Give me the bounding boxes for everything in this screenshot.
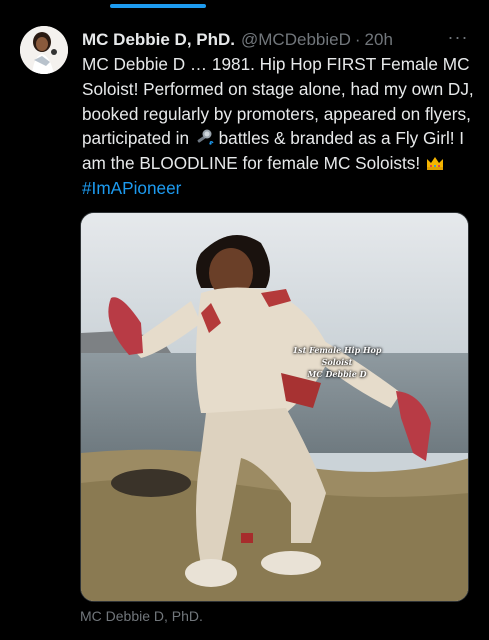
avatar[interactable]	[20, 26, 68, 74]
active-tab-indicator	[110, 4, 206, 8]
microphone-icon	[194, 129, 214, 147]
avatar-image	[20, 26, 68, 74]
author-name[interactable]: MC Debbie D, PhD.	[82, 30, 235, 50]
overlay-line-1: 1st Female Hip Hop	[292, 345, 382, 355]
separator-dot: ·	[354, 30, 361, 49]
hashtag-link[interactable]: #ImAPioneer	[82, 178, 181, 198]
overlay-line-3: MC Debbie D	[307, 369, 367, 379]
tweet-photo[interactable]	[80, 212, 469, 602]
crown-icon	[425, 154, 445, 172]
overlay-line-2: Soloist	[321, 357, 353, 367]
author-handle[interactable]: @MCDebbieD	[241, 30, 351, 50]
tweet-text: MC Debbie D … 1981. Hip Hop FIRST Female…	[82, 52, 478, 201]
vintage-photo-image	[81, 213, 468, 601]
tweet-timestamp[interactable]: 20h	[365, 30, 393, 50]
photo-attribution: MC Debbie D, PhD.	[80, 608, 203, 624]
photo-caption-overlay: 1st Female Hip Hop Soloist MC Debbie D	[292, 344, 382, 380]
tweet-header: MC Debbie D, PhD. @MCDebbieD · 20h	[82, 28, 477, 52]
more-options-icon[interactable]: ···	[446, 28, 470, 50]
top-tab-indicator-bar	[0, 0, 489, 10]
